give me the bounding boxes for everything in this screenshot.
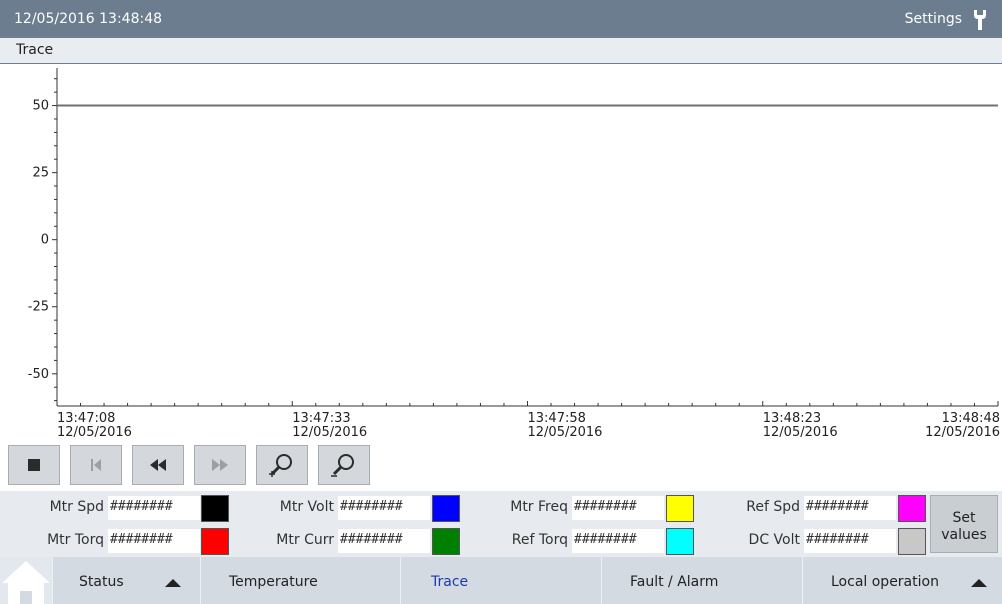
color-swatch[interactable] [432,495,460,522]
signal-value: ######## [108,529,200,553]
stop-icon [28,459,40,471]
screen-title-bar: Trace [0,38,1002,64]
nav-temperature[interactable]: Temperature [200,557,400,604]
signal-label: Ref Spd [746,499,800,515]
x-tick-time-label: 13:47:08 [57,411,115,426]
page-title: Trace [16,42,54,58]
y-tick-label: -50 [28,367,49,382]
signal-row-1: Mtr Spd ######## Mtr Volt ######## Mtr F… [0,491,930,524]
skip-back-icon [91,459,101,471]
nav-status[interactable]: Status [52,557,200,604]
color-swatch[interactable] [666,528,694,555]
y-tick-label: 0 [41,233,49,248]
signal-value: ######## [804,529,896,553]
set-values-button[interactable]: Set values [930,495,998,553]
home-icon [2,561,50,604]
bottom-navigation: Status Temperature Trace Fault / Alarm L… [0,557,1002,604]
zoom-out-button[interactable] [318,445,370,485]
datetime-display: 12/05/2016 13:48:48 [14,11,163,27]
y-tick-label: 25 [32,166,49,181]
signal-value: ######## [572,529,664,553]
expand-up-icon [165,579,181,587]
color-swatch[interactable] [666,495,694,522]
expand-up-icon [971,579,987,587]
forward-button[interactable] [194,445,246,485]
color-swatch[interactable] [898,495,926,522]
stop-button[interactable] [8,445,60,485]
signal-label: Ref Torq [511,532,568,548]
x-tick-time-label: 13:47:33 [292,411,350,426]
signal-label: Mtr Torq [47,532,104,548]
nav-fault-alarm[interactable]: Fault / Alarm [601,557,802,604]
x-tick-time-label: 13:48:48 [942,411,1000,426]
y-tick-label: 50 [32,99,49,114]
wrench-icon[interactable] [972,9,988,31]
signal-value: ######## [338,529,430,553]
trace-controls [0,445,1002,487]
settings-link[interactable]: Settings [905,11,962,27]
zoom-in-button[interactable] [256,445,308,485]
x-tick-time-label: 13:47:58 [528,411,586,426]
rewind-button[interactable] [132,445,184,485]
signal-row-2: Mtr Torq ######## Mtr Curr ######## Ref … [0,524,930,557]
signal-value: ######## [338,496,430,520]
nav-fault-alarm-label: Fault / Alarm [630,574,719,590]
color-swatch[interactable] [201,495,229,522]
home-button[interactable] [0,557,52,604]
x-tick-time-label: 13:48:23 [763,411,821,426]
nav-status-label: Status [79,574,124,590]
signal-values-panel: Mtr Spd ######## Mtr Volt ######## Mtr F… [0,491,1002,557]
zoom-in-icon [269,454,292,477]
y-tick-label: -25 [28,300,49,315]
nav-trace[interactable]: Trace [400,557,601,604]
nav-local-operation[interactable]: Local operation [802,557,1002,604]
set-values-label-line2: values [941,527,987,543]
go-to-start-button[interactable] [70,445,122,485]
x-tick-date-label: 12/05/2016 [57,425,132,440]
nav-local-operation-label: Local operation [831,574,939,590]
set-values-label-line1: Set [952,510,976,526]
signal-label: Mtr Volt [279,499,334,515]
nav-temperature-label: Temperature [229,574,318,590]
rewind-icon [150,459,166,471]
signal-label: Mtr Curr [276,532,334,548]
trace-chart-svg: 50250-25-5013:47:0812/05/201613:47:3312/… [28,68,1000,440]
trace-chart[interactable]: 50 25 0 -25 -50 13:47:08 12/05/2016 13:47:33 12/… [0,64,1002,450]
signal-label: DC Volt [748,532,800,548]
x-tick-date-label: 12/05/2016 [292,425,367,440]
zoom-out-icon [331,454,354,477]
fast-forward-icon [212,459,228,471]
x-tick-date-label: 12/05/2016 [925,425,1000,440]
signal-label: Mtr Freq [510,499,568,515]
x-tick-date-label: 12/05/2016 [528,425,603,440]
signal-value: ######## [108,496,200,520]
color-swatch[interactable] [201,528,229,555]
signal-label: Mtr Spd [49,499,104,515]
top-bar: 12/05/2016 13:48:48 Settings [0,0,1002,38]
color-swatch[interactable] [898,528,926,555]
nav-trace-label: Trace [431,574,469,590]
signal-value: ######## [572,496,664,520]
x-tick-date-label: 12/05/2016 [763,425,838,440]
signal-value: ######## [804,496,896,520]
color-swatch[interactable] [432,528,460,555]
